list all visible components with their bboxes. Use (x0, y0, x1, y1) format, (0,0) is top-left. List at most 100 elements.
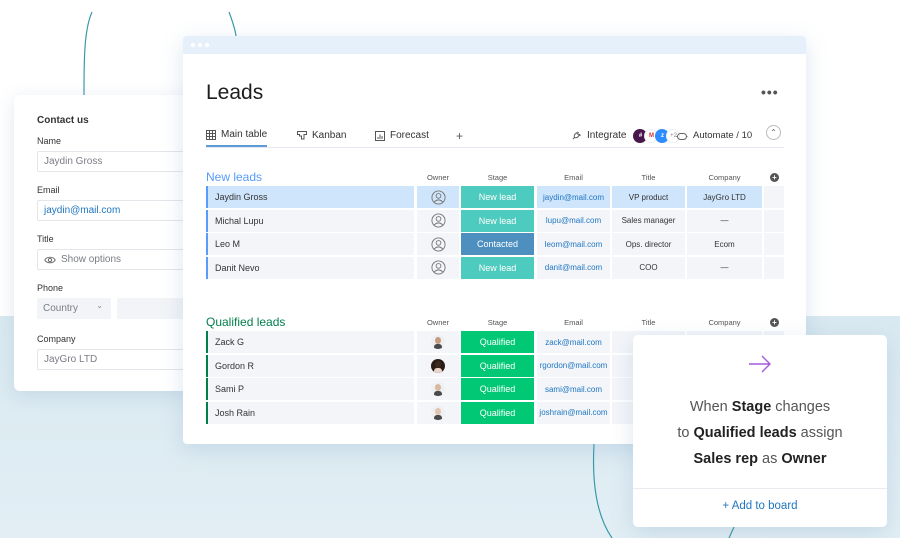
owner-cell[interactable] (417, 354, 459, 377)
stage-status-cell[interactable]: Contacted (461, 233, 534, 255)
column-header-owner[interactable]: Owner (417, 173, 459, 182)
group-title-qualified-leads[interactable]: Qualified leads (206, 315, 285, 329)
email-link[interactable]: joshrain@mail.com (539, 408, 607, 417)
email-link[interactable]: danit@mail.com (545, 263, 602, 272)
company-input[interactable]: JayGro LTD (37, 349, 197, 370)
stage-label: Qualified (479, 360, 516, 371)
lead-name-cell[interactable]: Sami P (206, 378, 414, 400)
arrow-right-icon (749, 355, 771, 373)
email-cell[interactable]: leom@mail.com (537, 233, 610, 255)
email-cell[interactable]: jaydin@mail.com (537, 186, 610, 208)
lead-name-cell[interactable]: Zack G (206, 331, 414, 353)
lead-name-cell[interactable]: Josh Rain (206, 401, 414, 424)
tab-main-table[interactable]: Main table (206, 127, 268, 147)
tab-kanban[interactable]: Kanban (297, 127, 346, 144)
more-options-button[interactable]: ••• (761, 84, 779, 100)
table-row[interactable]: Michal Lupu New lead lupu@mail.com Sales… (206, 209, 784, 232)
email-cell[interactable]: lupu@mail.com (537, 209, 610, 232)
owner-cell[interactable] (417, 209, 459, 232)
email-input[interactable]: jaydin@mail.com (37, 200, 197, 221)
lead-name-cell[interactable]: Leo M (206, 233, 414, 255)
automate-button[interactable]: Automate / 10 (676, 127, 752, 144)
recipe-text: as (758, 451, 782, 467)
recipe-field-stage[interactable]: Stage (732, 399, 772, 415)
table-row[interactable]: Danit Nevo New lead danit@mail.com COO — (206, 256, 784, 279)
column-header-email[interactable]: Email (537, 173, 610, 182)
stage-status-cell[interactable]: Qualified (461, 331, 534, 353)
owner-cell[interactable] (417, 378, 459, 400)
recipe-field-owner[interactable]: Owner (781, 451, 826, 467)
column-header-title[interactable]: Title (612, 318, 685, 327)
owner-cell[interactable] (417, 331, 459, 353)
email-link[interactable]: leom@mail.com (545, 240, 602, 249)
chart-icon (375, 130, 385, 141)
email-link[interactable]: zack@mail.com (545, 338, 602, 347)
empty-cell[interactable] (764, 209, 784, 232)
stage-label: New lead (478, 215, 517, 226)
email-link[interactable]: lupu@mail.com (546, 216, 601, 225)
column-header-company[interactable]: Company (687, 318, 762, 327)
stage-label: Qualified (479, 337, 516, 347)
stage-label: New lead (478, 192, 517, 202)
stage-status-cell[interactable]: New lead (461, 209, 534, 232)
lead-name-cell[interactable]: Michal Lupu (206, 209, 414, 232)
email-cell[interactable]: rgordon@mail.com (537, 354, 610, 377)
title-label: Title (37, 234, 54, 244)
empty-cell[interactable] (764, 256, 784, 279)
stage-label: Qualified (479, 384, 516, 394)
empty-cell[interactable] (764, 233, 784, 255)
email-cell[interactable]: zack@mail.com (537, 331, 610, 353)
column-header-owner[interactable]: Owner (417, 318, 459, 327)
title-cell[interactable]: Sales manager (612, 209, 685, 232)
stage-status-cell[interactable]: New lead (461, 186, 534, 208)
lead-name-cell[interactable]: Gordon R (206, 354, 414, 377)
recipe-field-sales-rep[interactable]: Sales rep (694, 451, 759, 467)
add-column-button[interactable]: + (770, 318, 779, 327)
owner-cell[interactable] (417, 186, 459, 208)
tab-label: Main table (221, 129, 268, 140)
email-link[interactable]: sami@mail.com (545, 385, 602, 394)
column-header-stage[interactable]: Stage (461, 173, 534, 182)
table-row[interactable]: Leo M Contacted leom@mail.com Ops. direc… (206, 233, 784, 255)
company-cell[interactable]: Ecom (687, 233, 762, 255)
title-cell[interactable]: COO (612, 256, 685, 279)
owner-cell[interactable] (417, 233, 459, 255)
email-cell[interactable]: danit@mail.com (537, 256, 610, 279)
add-view-button[interactable]: + (456, 127, 463, 144)
stage-status-cell[interactable]: New lead (461, 256, 534, 279)
email-link[interactable]: jaydin@mail.com (543, 193, 604, 202)
company-cell[interactable]: JayGro LTD (687, 186, 762, 208)
email-link[interactable]: rgordon@mail.com (540, 361, 608, 370)
integrate-button[interactable]: Integrate # M z +2 (571, 127, 681, 144)
add-column-button[interactable]: + (770, 173, 779, 182)
column-header-stage[interactable]: Stage (461, 318, 534, 327)
stage-label: Contacted (476, 239, 519, 249)
company-cell[interactable]: — (687, 256, 762, 279)
column-header-company[interactable]: Company (687, 173, 762, 182)
column-header-title[interactable]: Title (612, 173, 685, 182)
owner-cell[interactable] (417, 401, 459, 424)
group-title-new-leads[interactable]: New leads (206, 170, 262, 184)
add-to-board-button[interactable]: + Add to board (633, 500, 887, 512)
lead-name-cell[interactable]: Danit Nevo (206, 256, 414, 279)
lead-name-cell[interactable]: Jaydin Gross (206, 186, 414, 208)
column-header-email[interactable]: Email (537, 318, 610, 327)
tab-forecast[interactable]: Forecast (375, 127, 429, 144)
owner-cell[interactable] (417, 256, 459, 279)
empty-cell[interactable] (764, 186, 784, 208)
name-input[interactable]: Jaydin Gross (37, 151, 197, 172)
stage-status-cell[interactable]: Qualified (461, 378, 534, 400)
email-cell[interactable]: sami@mail.com (537, 378, 610, 400)
stage-status-cell[interactable]: Qualified (461, 401, 534, 424)
board-title: Leads (206, 81, 264, 104)
email-cell[interactable]: joshrain@mail.com (537, 401, 610, 424)
title-cell[interactable]: VP product (612, 186, 685, 208)
stage-status-cell[interactable]: Qualified (461, 354, 534, 377)
country-select[interactable]: Country ⌄ (37, 298, 111, 319)
title-select[interactable]: Show options ⌄ (37, 249, 197, 270)
title-cell[interactable]: Ops. director (612, 233, 685, 255)
recipe-field-group[interactable]: Qualified leads (694, 425, 797, 441)
company-cell[interactable]: — (687, 209, 762, 232)
collapse-button[interactable]: ⌃ (766, 125, 781, 140)
table-row[interactable]: Jaydin Gross New lead jaydin@mail.com VP… (206, 186, 784, 208)
